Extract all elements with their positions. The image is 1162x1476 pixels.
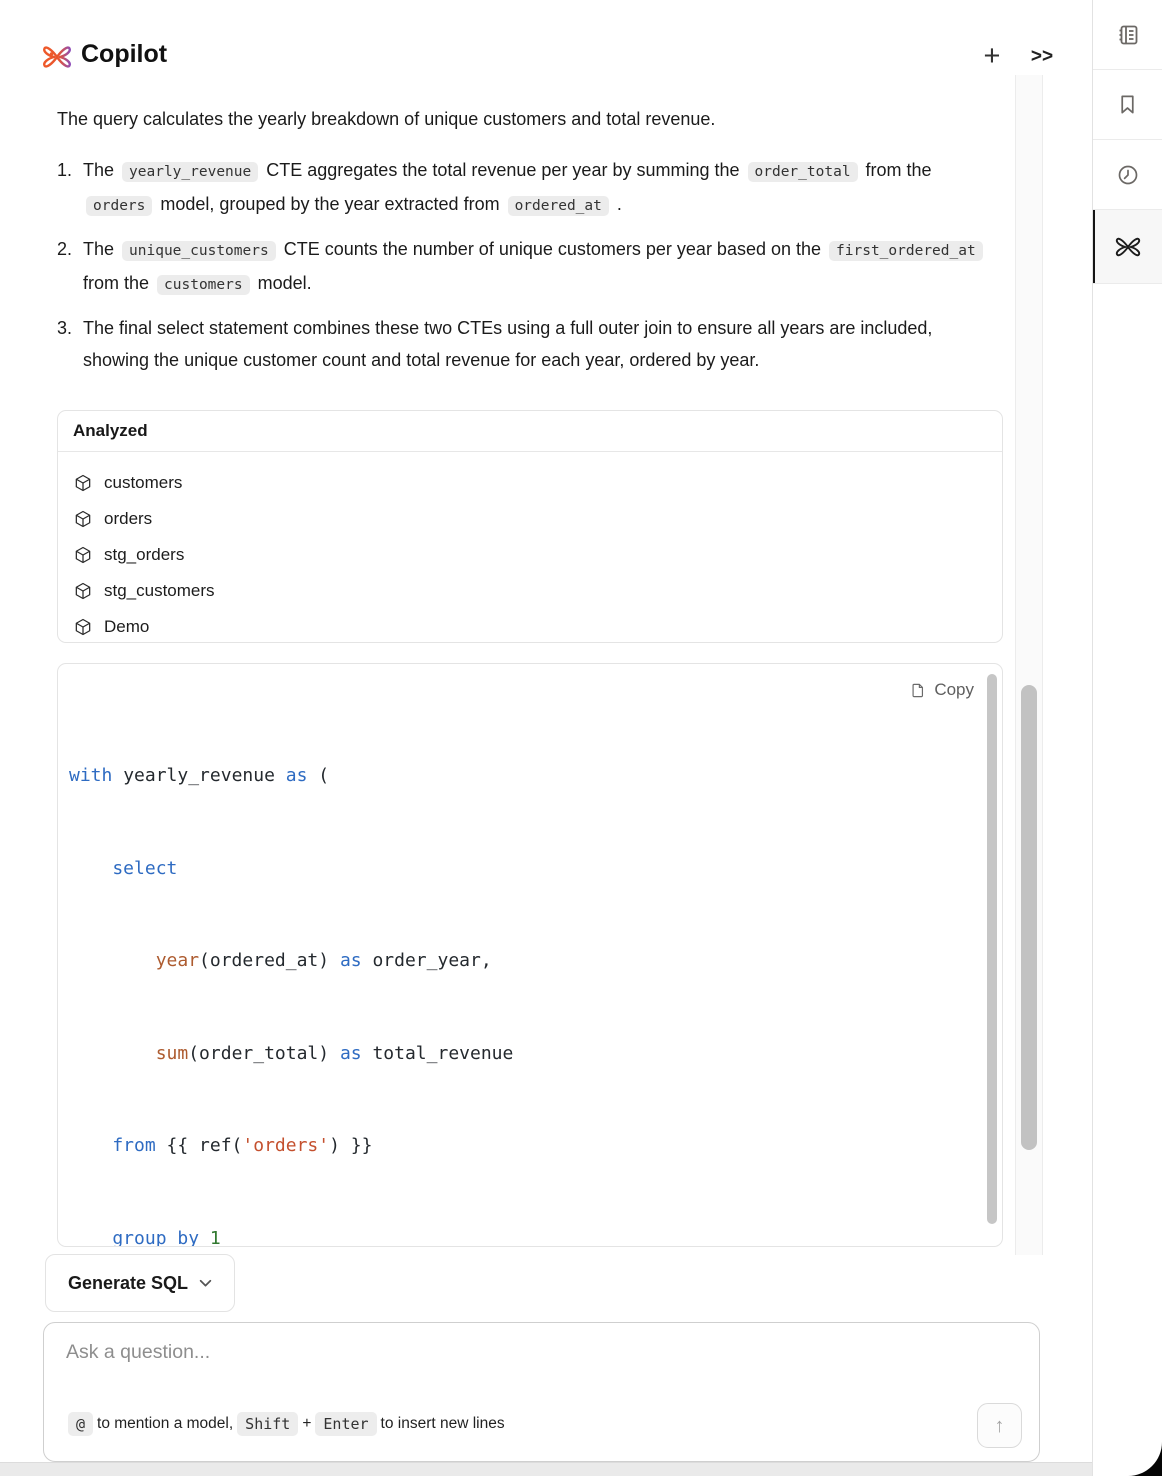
list-item: 3. The final select statement combines t… — [57, 312, 992, 376]
code-token: from — [69, 1135, 156, 1156]
sql-code: with yearly_revenue as ( select year(ord… — [58, 664, 1002, 1247]
code-token: (ordered_at) — [199, 950, 340, 971]
code-token: ) }} — [329, 1135, 372, 1156]
code-line: with yearly_revenue as ( — [69, 761, 1002, 791]
code-token: 'orders' — [242, 1135, 329, 1156]
code-scrollbar-thumb[interactable] — [987, 674, 997, 1224]
code-token: select — [69, 858, 177, 879]
code-line: year(ordered_at) as order_year, — [69, 946, 1002, 976]
list-item-number: 3. — [57, 312, 83, 376]
list-item-text: The unique_customers CTE counts the numb… — [83, 233, 992, 301]
kbd-chip: Enter — [315, 1412, 376, 1436]
model-cube-icon — [73, 473, 93, 493]
model-cube-icon — [73, 617, 93, 637]
code-token: ( — [307, 765, 329, 786]
generate-sql-label: Generate SQL — [68, 1273, 188, 1294]
model-cube-icon — [73, 545, 93, 565]
analyzed-model-row[interactable]: customers — [73, 465, 987, 501]
copy-code-button[interactable]: Copy — [905, 678, 978, 702]
list-item-number: 1. — [57, 154, 83, 222]
analyzed-model-list: customers orders — [58, 452, 1002, 645]
list-item: 1. The yearly_revenue CTE aggregates the… — [57, 154, 992, 222]
code-token — [199, 1228, 210, 1248]
analyzed-panel: Analyzed customers — [57, 410, 1003, 643]
new-chat-button[interactable]: + — [974, 38, 1010, 74]
model-name: Demo — [104, 617, 149, 637]
input-hint: @ to mention a model, Shift + Enter to i… — [64, 1412, 505, 1436]
model-name: stg_orders — [104, 545, 184, 565]
page-scrollbar-thumb[interactable] — [1021, 685, 1037, 1150]
inline-code-chip: yearly_revenue — [122, 162, 258, 182]
model-name: orders — [104, 509, 152, 529]
notebook-icon — [1116, 23, 1140, 47]
inline-code-chip: ordered_at — [508, 196, 609, 216]
code-line: select — [69, 854, 1002, 884]
sidebar-item-bookmarks[interactable] — [1093, 70, 1162, 140]
collapse-panel-button[interactable]: >> — [1022, 42, 1062, 72]
code-line: group by 1 — [69, 1224, 1002, 1248]
analyzed-model-row[interactable]: Demo — [73, 609, 987, 645]
right-sidebar — [1092, 0, 1162, 1476]
sidebar-item-notebook[interactable] — [1093, 0, 1162, 70]
page-title: Copilot — [81, 40, 167, 69]
analyzed-panel-title: Analyzed — [58, 411, 1002, 452]
query-summary-text: The query calculates the yearly breakdow… — [57, 104, 969, 134]
code-token: as — [286, 765, 308, 786]
copilot-panel: Copilot + >> The query calculates the ye… — [0, 0, 1162, 1476]
copilot-sidebar-icon — [1114, 233, 1142, 261]
code-line: from {{ ref('orders') }} — [69, 1131, 1002, 1161]
model-cube-icon — [73, 509, 93, 529]
model-name: customers — [104, 473, 182, 493]
sidebar-item-history[interactable] — [1093, 140, 1162, 210]
kbd-chip: Shift — [237, 1412, 298, 1436]
ask-question-box: @ to mention a model, Shift + Enter to i… — [43, 1322, 1040, 1462]
copy-label: Copy — [934, 680, 974, 700]
list-item-text: The yearly_revenue CTE aggregates the to… — [83, 154, 992, 222]
code-token: order_year, — [362, 950, 492, 971]
code-token: with — [69, 765, 112, 786]
page-scrollbar-track[interactable] — [1015, 75, 1043, 1255]
code-token: group by — [69, 1228, 199, 1248]
arrow-up-icon: ↑ — [995, 1415, 1005, 1437]
analyzed-model-row[interactable]: stg_orders — [73, 537, 987, 573]
code-token: yearly_revenue — [112, 765, 285, 786]
list-item-text: The final select statement combines thes… — [83, 312, 992, 376]
chevron-down-icon — [199, 1279, 212, 1288]
ask-question-input[interactable] — [64, 1339, 928, 1401]
kbd-chip: @ — [68, 1412, 93, 1436]
list-item-number: 2. — [57, 233, 83, 301]
generate-sql-button[interactable]: Generate SQL — [45, 1254, 235, 1312]
code-token: as — [340, 950, 362, 971]
analyzed-model-row[interactable]: stg_customers — [73, 573, 987, 609]
inline-code-chip: order_total — [748, 162, 858, 182]
code-line: sum(order_total) as total_revenue — [69, 1039, 1002, 1069]
bookmark-icon — [1116, 93, 1139, 116]
inline-code-chip: customers — [157, 275, 250, 295]
code-token: as — [340, 1043, 362, 1064]
copy-icon — [909, 682, 926, 699]
history-clock-icon — [1116, 163, 1140, 187]
code-token: total_revenue — [362, 1043, 514, 1064]
sidebar-item-copilot[interactable] — [1093, 210, 1162, 284]
footer-strip — [0, 1462, 1092, 1476]
send-button[interactable]: ↑ — [977, 1403, 1022, 1448]
analyzed-model-row[interactable]: orders — [73, 501, 987, 537]
code-token: (order_total) — [188, 1043, 340, 1064]
inline-code-chip: orders — [86, 196, 152, 216]
code-token: sum — [69, 1043, 188, 1064]
model-name: stg_customers — [104, 581, 215, 601]
code-token: 1 — [210, 1228, 221, 1248]
code-token: {{ ref( — [156, 1135, 243, 1156]
model-cube-icon — [73, 581, 93, 601]
inline-code-chip: unique_customers — [122, 241, 276, 261]
explanation-list: 1. The yearly_revenue CTE aggregates the… — [57, 154, 992, 387]
copilot-logo-icon — [41, 41, 73, 73]
list-item: 2. The unique_customers CTE counts the n… — [57, 233, 992, 301]
code-token: year — [69, 950, 199, 971]
sql-code-block: with yearly_revenue as ( select year(ord… — [57, 663, 1003, 1247]
inline-code-chip: first_ordered_at — [829, 241, 983, 261]
